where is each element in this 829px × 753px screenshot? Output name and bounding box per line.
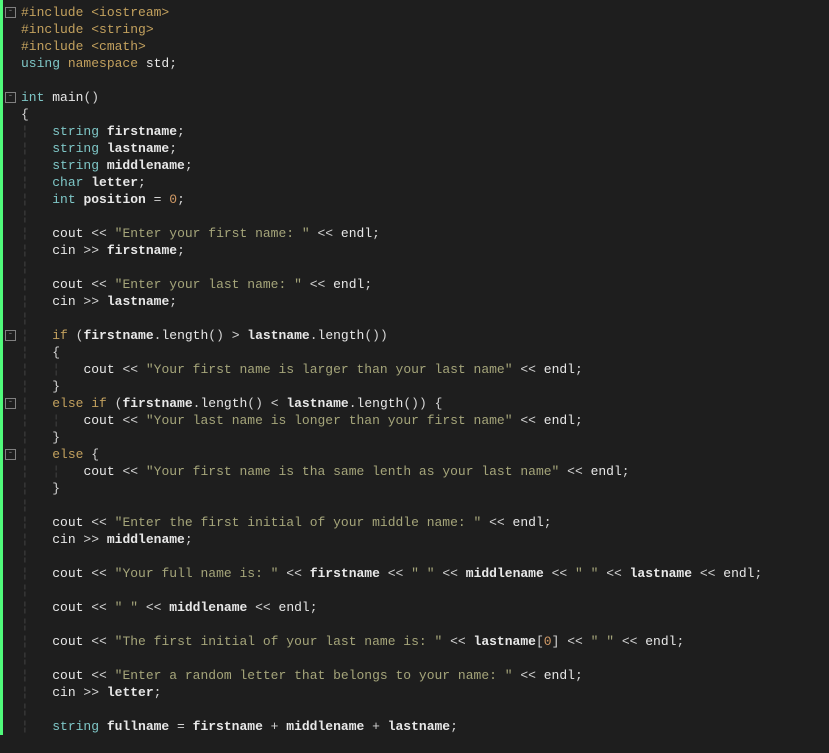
code-line[interactable]: #include <cmath> xyxy=(21,38,829,55)
code-line[interactable]: ¦ char letter; xyxy=(21,174,829,191)
code-line[interactable]: ¦ else if (firstname.length() < lastname… xyxy=(21,395,829,412)
code-editor[interactable]: - - - - - #include <iostream>#include <strin… xyxy=(0,0,829,735)
code-line[interactable]: ¦ xyxy=(21,310,829,327)
code-line[interactable]: ¦ string middlename; xyxy=(21,157,829,174)
code-line[interactable]: ¦ xyxy=(21,650,829,667)
code-line[interactable]: ¦ { xyxy=(21,344,829,361)
code-line[interactable]: ¦ } xyxy=(21,429,829,446)
code-line[interactable]: ¦ xyxy=(21,208,829,225)
code-line[interactable]: ¦ cout << "Your full name is: " << first… xyxy=(21,565,829,582)
code-line[interactable]: ¦ ¦ cout << "Your first name is tha same… xyxy=(21,463,829,480)
code-line[interactable]: ¦ if (firstname.length() > lastname.leng… xyxy=(21,327,829,344)
code-line[interactable]: ¦ cout << "Enter your first name: " << e… xyxy=(21,225,829,242)
code-line[interactable]: ¦ xyxy=(21,582,829,599)
code-line[interactable]: ¦ string fullname = firstname + middlena… xyxy=(21,718,829,735)
fold-toggle-icon[interactable]: - xyxy=(5,330,16,341)
code-line[interactable]: ¦ xyxy=(21,701,829,718)
code-line[interactable]: int main() xyxy=(21,89,829,106)
code-line[interactable]: ¦ cin >> lastname; xyxy=(21,293,829,310)
fold-toggle-icon[interactable]: - xyxy=(5,92,16,103)
code-line[interactable]: using namespace std; xyxy=(21,55,829,72)
code-line[interactable]: ¦ string firstname; xyxy=(21,123,829,140)
code-line[interactable]: #include <string> xyxy=(21,21,829,38)
fold-toggle-icon[interactable]: - xyxy=(5,398,16,409)
code-line[interactable]: #include <iostream> xyxy=(21,4,829,21)
code-line[interactable]: ¦ cout << " " << middlename << endl; xyxy=(21,599,829,616)
code-line[interactable]: ¦ cout << "Enter your last name: " << en… xyxy=(21,276,829,293)
code-line[interactable]: ¦ xyxy=(21,548,829,565)
code-line[interactable]: ¦ cout << "Enter the first initial of yo… xyxy=(21,514,829,531)
code-line[interactable]: ¦ string lastname; xyxy=(21,140,829,157)
code-area[interactable]: #include <iostream>#include <string>#inc… xyxy=(17,0,829,735)
code-line[interactable]: ¦ ¦ cout << "Your last name is longer th… xyxy=(21,412,829,429)
code-line[interactable]: ¦ cin >> middlename; xyxy=(21,531,829,548)
code-line[interactable]: ¦ xyxy=(21,259,829,276)
fold-gutter[interactable]: - - - - - xyxy=(3,0,17,735)
code-line[interactable]: ¦ xyxy=(21,616,829,633)
code-line[interactable]: ¦ int position = 0; xyxy=(21,191,829,208)
code-line[interactable]: ¦ cin >> letter; xyxy=(21,684,829,701)
code-line[interactable]: ¦ xyxy=(21,497,829,514)
code-line[interactable] xyxy=(21,72,829,89)
code-line[interactable]: ¦ ¦ cout << "Your first name is larger t… xyxy=(21,361,829,378)
code-line[interactable]: { xyxy=(21,106,829,123)
code-line[interactable]: ¦ cin >> firstname; xyxy=(21,242,829,259)
code-line[interactable]: ¦ else { xyxy=(21,446,829,463)
fold-toggle-icon[interactable]: - xyxy=(5,449,16,460)
code-line[interactable]: ¦ cout << "Enter a random letter that be… xyxy=(21,667,829,684)
code-line[interactable]: ¦ } xyxy=(21,480,829,497)
code-line[interactable]: ¦ } xyxy=(21,378,829,395)
fold-toggle-icon[interactable]: - xyxy=(5,7,16,18)
code-line[interactable]: ¦ cout << "The first initial of your las… xyxy=(21,633,829,650)
